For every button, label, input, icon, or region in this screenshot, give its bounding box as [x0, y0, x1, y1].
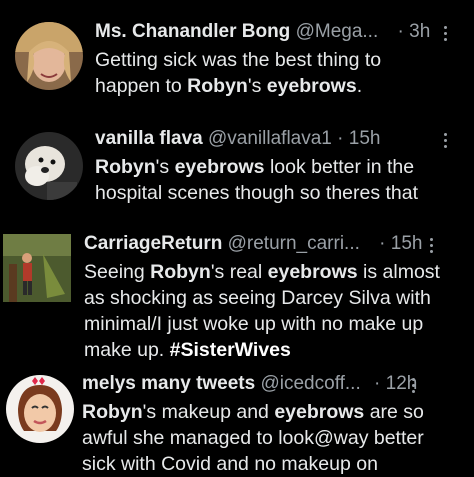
tweet-2[interactable]: vanilla flava @vanillaflava1 · 15h Robyn…: [0, 120, 474, 230]
avatar[interactable]: [6, 375, 74, 443]
highlight-eyebrows: eyebrows: [174, 156, 265, 178]
highlight-eyebrows: eyebrows: [274, 401, 365, 423]
avatar[interactable]: [15, 132, 83, 200]
display-name[interactable]: CarriageReturn: [84, 233, 222, 254]
tweet-4[interactable]: melys many tweets @icedcoff... · 12h Rob…: [0, 365, 474, 475]
separator-dot: ·: [379, 233, 386, 254]
menu-dots-icon[interactable]: [441, 22, 449, 46]
tweet-header: melys many tweets @icedcoff... · 12h: [82, 372, 417, 396]
highlight-robyn: Robyn: [150, 261, 211, 283]
handle[interactable]: @icedcoff...: [260, 373, 360, 394]
highlight-robyn: Robyn: [95, 156, 156, 178]
avatar-photo: [15, 22, 83, 90]
tweet-3[interactable]: CarriageReturn @return_carri... · 15h Se…: [0, 230, 474, 365]
tweet-text: Robyn's eyebrows look better in the hosp…: [95, 156, 419, 204]
tweet-header: CarriageReturn @return_carri... · 15h: [84, 232, 422, 256]
display-name[interactable]: Ms. Chanandler Bong: [95, 21, 290, 42]
handle[interactable]: @Mega...: [296, 21, 379, 42]
hashtag-link[interactable]: #SisterWives: [170, 339, 291, 361]
display-name[interactable]: melys many tweets: [82, 373, 255, 394]
avatar[interactable]: [15, 22, 83, 90]
separator-dot: ·: [337, 128, 344, 149]
timestamp[interactable]: 15h: [391, 233, 423, 254]
tweet-header: Ms. Chanandler Bong @Mega... · 3h: [95, 20, 430, 44]
avatar-photo: [6, 375, 74, 443]
tweet-header: vanilla flava @vanillaflava1 · 15h: [95, 127, 380, 151]
highlight-eyebrows: eyebrows: [267, 261, 358, 283]
timestamp[interactable]: 15h: [349, 128, 381, 149]
display-name[interactable]: vanilla flava: [95, 128, 203, 149]
avatar[interactable]: [3, 234, 71, 302]
handle[interactable]: @return_carri...: [228, 233, 360, 254]
avatar-photo: [3, 234, 71, 302]
tweet-text: Robyn's makeup and eyebrows are so awful…: [82, 401, 424, 475]
tweet-1[interactable]: Ms. Chanandler Bong @Mega... · 3h Gettin…: [0, 0, 474, 120]
avatar-photo: [15, 132, 83, 200]
menu-dots-icon[interactable]: [427, 234, 435, 258]
menu-dots-icon[interactable]: [441, 129, 449, 153]
timestamp[interactable]: 3h: [409, 21, 430, 42]
menu-dots-icon[interactable]: [409, 374, 417, 398]
highlight-eyebrows: eyebrows: [266, 75, 357, 97]
tweet-text: Seeing Robyn's real eyebrows is almost a…: [84, 261, 440, 361]
tweet-text: Getting sick was the best thing to happe…: [95, 49, 382, 97]
highlight-robyn: Robyn: [187, 75, 248, 97]
separator-dot: ·: [397, 21, 404, 42]
handle[interactable]: @vanillaflava1: [208, 128, 332, 149]
highlight-robyn: Robyn: [82, 401, 143, 423]
separator-dot: ·: [374, 373, 381, 394]
